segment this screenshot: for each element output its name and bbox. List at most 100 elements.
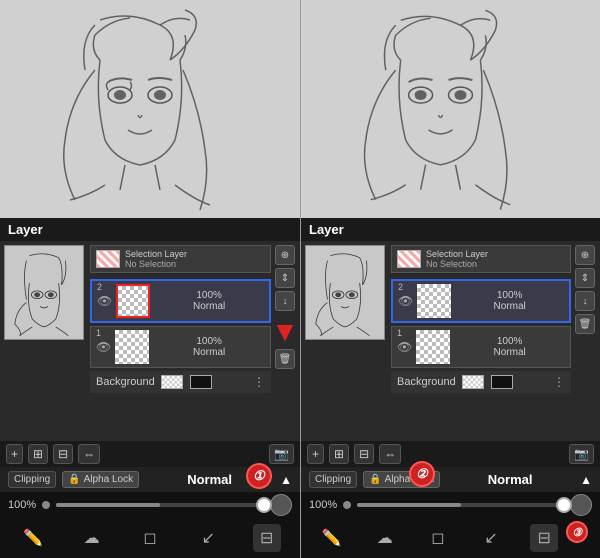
- layer-icon-right[interactable]: ⊟: [530, 524, 558, 552]
- left-panel: Layer: [0, 0, 300, 558]
- progress-track-right[interactable]: [357, 503, 564, 507]
- bg-label-left: Background: [96, 376, 155, 388]
- side-resize-right[interactable]: ⇕: [575, 268, 595, 288]
- pencil-icon-right[interactable]: ✏️: [318, 524, 346, 552]
- circle-color-left[interactable]: [270, 494, 292, 516]
- progress-fill-left: [56, 503, 160, 507]
- layer-panel-right: Layer ②: [301, 218, 600, 558]
- camera-btn-right[interactable]: 📷: [569, 444, 594, 464]
- layer-2-opacity-right: 100%: [455, 290, 564, 301]
- layer-2-row-left[interactable]: 2 👁 100% Normal: [90, 279, 271, 323]
- layer-1-thumb-left: [115, 330, 149, 364]
- bg-row-right: Background ⋮: [391, 371, 571, 393]
- copy-btn-left[interactable]: ⊟: [53, 444, 73, 464]
- more-icon-right[interactable]: ⋮: [553, 375, 565, 389]
- merge-btn-left[interactable]: ⊞: [28, 444, 48, 464]
- progress-track-left[interactable]: [56, 503, 264, 507]
- bg-row-left: Background ⋮: [90, 371, 271, 393]
- eye-icon-layer2-left[interactable]: 👁: [97, 294, 112, 308]
- side-download-right[interactable]: ↓: [575, 291, 595, 311]
- badge-2-right: ②: [409, 461, 435, 487]
- bg-thumb2-right: [491, 375, 513, 389]
- bg-thumb-left: [161, 375, 183, 389]
- add-btn-right[interactable]: +: [307, 444, 324, 464]
- bottom-toolbar-right: + ⊞ ⊟ ⇔ 📷: [301, 441, 600, 467]
- transform-btn-right[interactable]: ⇔: [379, 444, 401, 464]
- layer-title-right: Layer: [309, 222, 344, 237]
- bg-label-right: Background: [397, 376, 456, 388]
- circle-color-right[interactable]: [570, 494, 592, 516]
- selection-thumb-left: [96, 250, 120, 268]
- pencil-icon-left[interactable]: ✏️: [19, 524, 47, 552]
- eye-icon-layer1-right[interactable]: 👁: [397, 340, 412, 354]
- smudge-icon-left[interactable]: ☁: [78, 524, 106, 552]
- eraser-icon-left[interactable]: ◻: [136, 524, 164, 552]
- mode-arrow-right[interactable]: ▲: [580, 473, 592, 487]
- side-move-left[interactable]: ⊕: [275, 245, 295, 265]
- side-download-left[interactable]: ↓: [275, 291, 295, 311]
- selection-layer-label-left: Selection Layer: [125, 249, 187, 259]
- big-thumb-right: [305, 245, 385, 340]
- layer-header-right: Layer: [301, 218, 600, 241]
- mode-arrow-left[interactable]: ▲: [280, 473, 292, 487]
- progress-dot-left: [42, 501, 50, 509]
- side-bin-right[interactable]: 🗑: [575, 314, 595, 334]
- selection-layer-row-left: Selection Layer No Selection: [90, 245, 271, 273]
- layer-1-row-right[interactable]: 1 👁 100% Normal: [391, 326, 571, 368]
- clipping-btn-right[interactable]: Clipping: [309, 471, 357, 488]
- red-arrow-down-left: ▼: [271, 318, 299, 346]
- add-btn-left[interactable]: +: [6, 444, 23, 464]
- bg-thumb2-left: [190, 375, 212, 389]
- mode-bar-right: Clipping 🔒 Alpha Lock Normal ▲: [301, 467, 600, 492]
- eye-icon-layer2-right[interactable]: 👁: [398, 294, 413, 308]
- tool-row-right: ✏️ ☁ ◻ ↙ ⊟ ③: [301, 518, 600, 558]
- camera-btn-left[interactable]: 📷: [269, 444, 294, 464]
- progress-bar-row-right: 100%: [301, 492, 600, 518]
- more-icon-left[interactable]: ⋮: [253, 375, 265, 389]
- layer-1-opacity-left: 100%: [153, 336, 265, 347]
- side-bin-left[interactable]: 🗑: [275, 349, 295, 369]
- badge-1-left: ①: [246, 463, 272, 489]
- smudge-icon-right[interactable]: ☁: [371, 524, 399, 552]
- clipping-btn-left[interactable]: Clipping: [8, 471, 56, 488]
- transform-btn-left[interactable]: ⇔: [78, 444, 100, 464]
- layer-icon-left[interactable]: ⊟: [253, 524, 281, 552]
- lock-icon-right: 🔒: [369, 474, 381, 485]
- lock-icon-left: 🔒: [68, 474, 80, 485]
- layer-2-row-right[interactable]: 2 👁 100% Normal: [391, 279, 571, 323]
- layer-1-opacity-right: 100%: [454, 336, 565, 347]
- big-thumb-left: [4, 245, 84, 340]
- layer-panel-left: Layer: [0, 218, 300, 558]
- mode-label-right: Normal: [446, 472, 574, 487]
- progress-dot-right: [343, 501, 351, 509]
- move-icon-left[interactable]: ↙: [194, 524, 222, 552]
- layer-1-num-left: 1: [96, 328, 101, 338]
- right-panel: Layer ②: [300, 0, 600, 558]
- alpha-lock-btn-left[interactable]: 🔒 Alpha Lock: [62, 471, 139, 488]
- eraser-icon-right[interactable]: ◻: [424, 524, 452, 552]
- layer-2-num-left: 2: [97, 282, 102, 292]
- layer-2-opacity-left: 100%: [154, 290, 264, 301]
- move-icon-right[interactable]: ↙: [477, 524, 505, 552]
- sketch-area-left: [0, 0, 300, 220]
- layer-2-thumb-left: [116, 284, 150, 318]
- selection-thumb-right: [397, 250, 421, 268]
- bg-thumb-right: [462, 375, 484, 389]
- copy-btn-right[interactable]: ⊟: [354, 444, 374, 464]
- progress-bar-row-left: 100%: [0, 492, 300, 518]
- side-resize-left[interactable]: ⇕: [275, 268, 295, 288]
- eye-icon-layer1-left[interactable]: 👁: [96, 340, 111, 354]
- layer-2-num-right: 2: [398, 282, 403, 292]
- progress-fill-right: [357, 503, 460, 507]
- zoom-pct-right: 100%: [309, 499, 337, 511]
- layer-1-num-right: 1: [397, 328, 402, 338]
- layer-title-left: Layer: [8, 222, 43, 237]
- layer-2-thumb-right: [417, 284, 451, 318]
- no-selection-label-left: No Selection: [125, 259, 187, 269]
- layer-header-left: Layer: [0, 218, 300, 241]
- side-move-right[interactable]: ⊕: [575, 245, 595, 265]
- layer-1-thumb-right: [416, 330, 450, 364]
- tool-row-left: ✏️ ☁ ◻ ↙ ⊟: [0, 518, 300, 558]
- layer-1-row-left[interactable]: 1 👁 100% Normal: [90, 326, 271, 368]
- merge-btn-right[interactable]: ⊞: [329, 444, 349, 464]
